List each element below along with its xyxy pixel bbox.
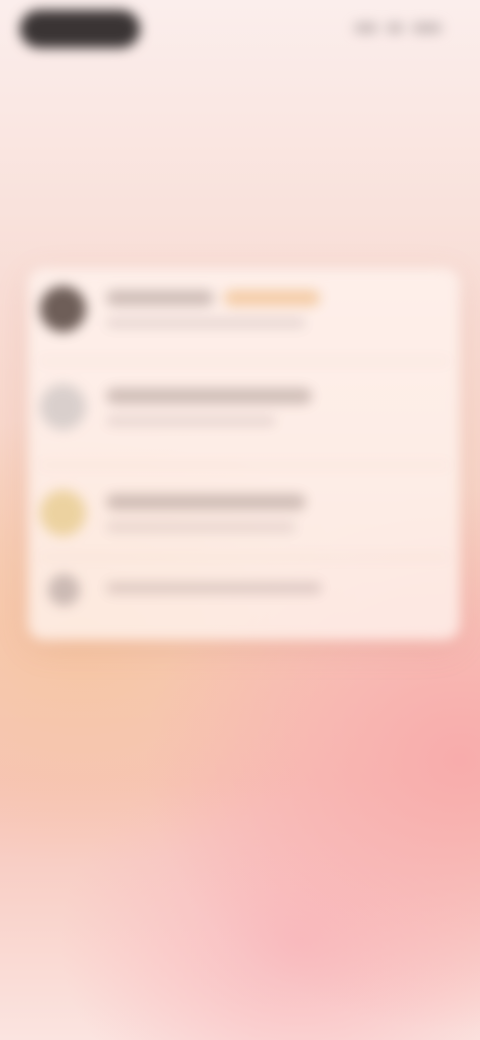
row-divider bbox=[40, 360, 448, 362]
row-divider bbox=[40, 556, 448, 558]
blurred-screen bbox=[0, 0, 480, 1040]
list-item[interactable] bbox=[28, 562, 460, 640]
star-icon bbox=[40, 490, 86, 536]
signal-icon bbox=[354, 23, 378, 33]
settings-icon bbox=[48, 574, 80, 606]
list-item[interactable] bbox=[28, 268, 460, 360]
status-time-pill bbox=[20, 10, 140, 48]
avatar-icon bbox=[40, 286, 86, 332]
list-item-title bbox=[106, 290, 214, 306]
list-item[interactable] bbox=[28, 472, 460, 564]
list-item-title bbox=[106, 494, 306, 510]
list-item[interactable] bbox=[28, 366, 460, 458]
list-card bbox=[28, 268, 460, 640]
list-item-subtitle bbox=[106, 318, 306, 328]
list-item-title bbox=[106, 388, 312, 404]
list-item-subtitle bbox=[106, 522, 296, 532]
row-divider bbox=[40, 464, 448, 466]
list-item-title bbox=[106, 582, 322, 594]
battery-icon bbox=[412, 23, 442, 33]
list-item-badge bbox=[224, 290, 320, 306]
wifi-icon bbox=[386, 23, 404, 33]
list-item-subtitle bbox=[106, 416, 276, 426]
status-indicators bbox=[352, 20, 442, 36]
circle-icon bbox=[40, 384, 86, 430]
